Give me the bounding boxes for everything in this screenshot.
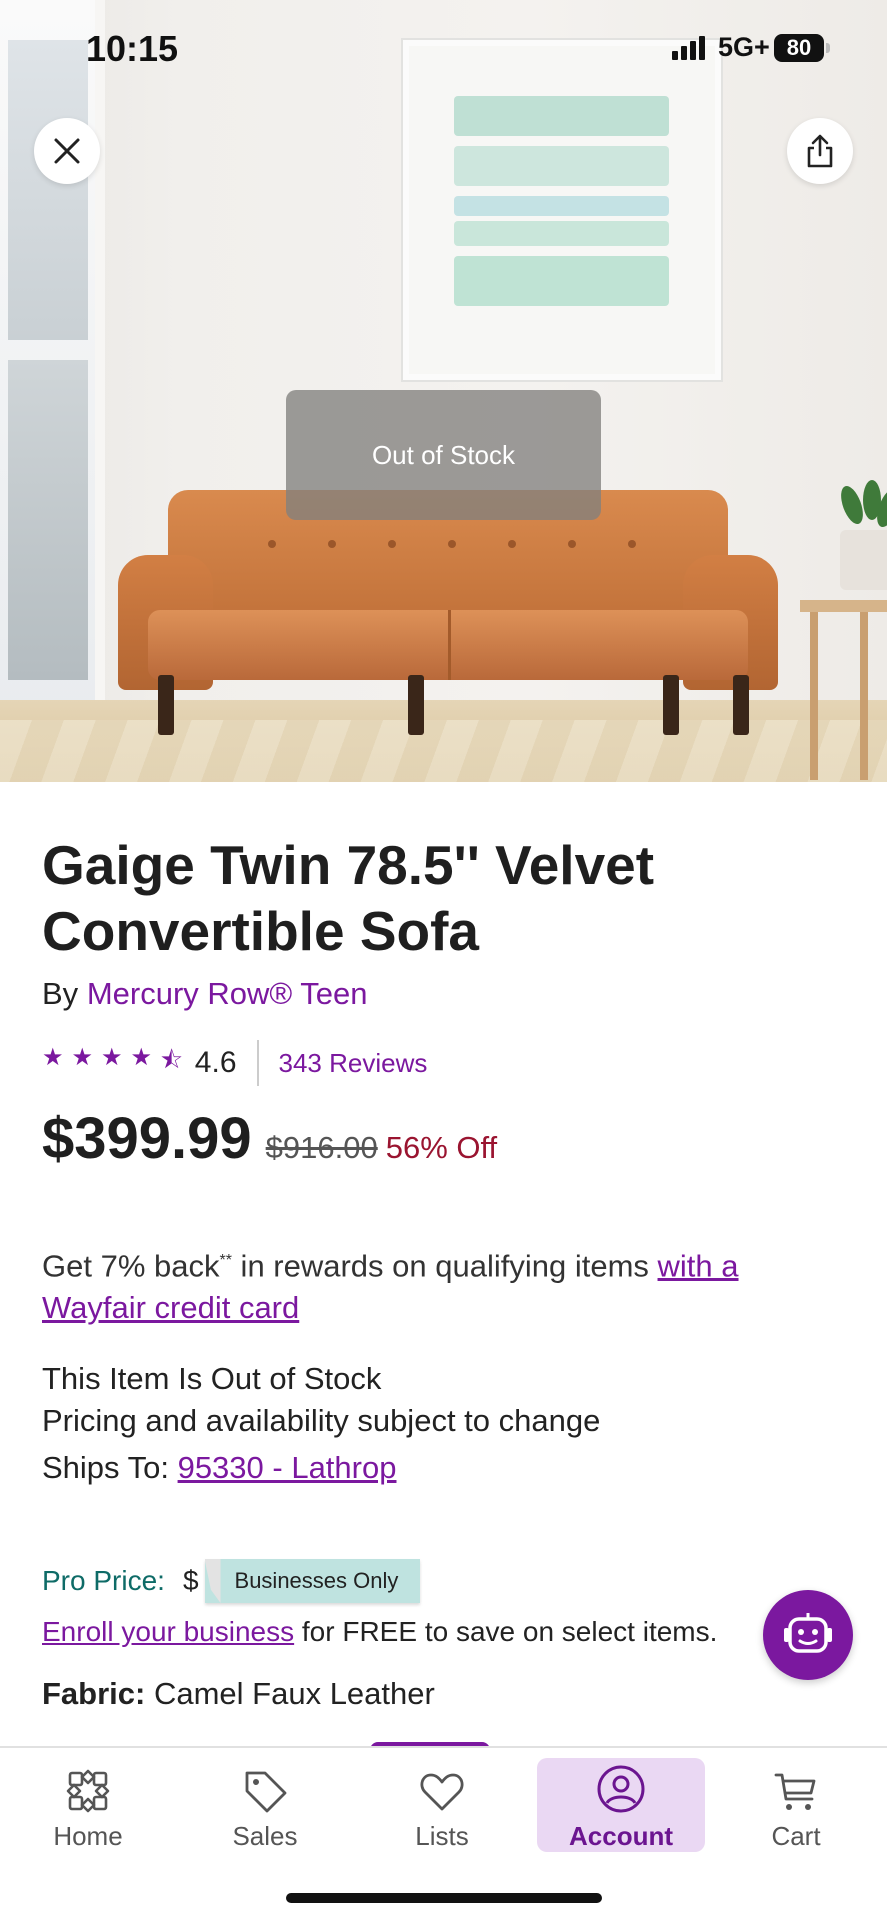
pricing-note: Pricing and availability subject to chan… [42, 1403, 601, 1438]
byline: By Mercury Row® Teen [42, 976, 368, 1012]
sofa [118, 490, 778, 740]
stock-line: This Item Is Out of Stock [42, 1361, 382, 1396]
fabric-label: Fabric: [42, 1676, 146, 1711]
original-price: $916.00 [265, 1130, 378, 1165]
close-icon [54, 138, 80, 164]
pro-price-row: Pro Price: $ Businesses Only [42, 1556, 421, 1606]
enroll-business-link[interactable]: Enroll your business [42, 1616, 294, 1647]
reviews-link[interactable]: 343 Reviews [279, 1048, 428, 1079]
heart-icon [420, 1773, 464, 1811]
rewards-lead: Get 7% back [42, 1248, 220, 1284]
ships-label: Ships To: [42, 1450, 178, 1485]
rating-value: 4.6 [194, 1046, 237, 1079]
nav-cart-label: Cart [771, 1821, 821, 1851]
home-indicator [286, 1893, 602, 1903]
chat-assistant-button[interactable] [763, 1590, 853, 1680]
stock-status: This Item Is Out of Stock Pricing and av… [42, 1358, 600, 1442]
discount-label: 56% Off [385, 1130, 498, 1165]
nav-home-label: Home [53, 1821, 123, 1851]
ships-to: Ships To: 95330 - Lathrop [42, 1450, 396, 1486]
window-decor [0, 0, 105, 710]
tag-icon [245, 1771, 287, 1813]
nav-lists[interactable]: Lists [358, 1758, 526, 1852]
status-bar: 10:15 5G+ 80 [0, 0, 887, 100]
share-icon [807, 134, 833, 168]
nav-account-label: Account [569, 1821, 673, 1851]
rating-row[interactable]: ★ ★ ★ ★ ⯪ 4.6 343 Reviews [42, 1040, 427, 1086]
brand-link[interactable]: Mercury Row® Teen [87, 976, 368, 1011]
nav-home[interactable]: Home [4, 1758, 172, 1852]
price-row: $399.99 $916.00 56% Off [42, 1105, 497, 1172]
fabric-spec: Fabric: Camel Faux Leather [42, 1676, 435, 1712]
home-icon [66, 1769, 110, 1813]
zip-code-link[interactable]: 95330 - Lathrop [178, 1450, 397, 1485]
star-icon: ★ [130, 1043, 153, 1071]
side-table [800, 600, 887, 780]
star-icon: ★ [101, 1043, 123, 1071]
network-type: 5G+ [718, 32, 770, 62]
out-of-stock-overlay: Out of Stock [286, 390, 601, 520]
pro-price-label: Pro Price: [42, 1565, 165, 1596]
battery-tip [826, 43, 830, 53]
enroll-note: for FREE to save on select items. [294, 1616, 718, 1647]
close-button[interactable] [34, 118, 100, 184]
signal-icon [672, 36, 705, 60]
nav-sales[interactable]: Sales [181, 1758, 349, 1852]
star-rating: ★ ★ ★ ★ ⯪ [42, 1043, 183, 1084]
rewards-footnote: ** [219, 1252, 232, 1269]
nav-cart[interactable]: Cart [712, 1758, 880, 1852]
share-button[interactable] [787, 118, 853, 184]
rewards-text: Get 7% back** in rewards on qualifying i… [42, 1240, 842, 1329]
businesses-only-tag: Businesses Only [204, 1559, 421, 1603]
account-icon [597, 1765, 645, 1813]
nav-sales-label: Sales [232, 1821, 298, 1851]
product-title: Gaige Twin 78.5'' Velvet Convertible Sof… [42, 834, 655, 962]
by-prefix: By [42, 976, 79, 1011]
nav-account[interactable]: Account [537, 1758, 705, 1852]
enroll-text: Enroll your business for FREE to save on… [42, 1616, 717, 1648]
current-price: $399.99 [42, 1106, 252, 1171]
half-star-icon: ⯪ [160, 1046, 183, 1074]
fabric-value: Camel Faux Leather [145, 1676, 435, 1711]
rewards-body: in rewards on qualifying items [231, 1248, 658, 1284]
status-time: 10:15 [86, 28, 179, 69]
robot-icon [784, 1613, 832, 1653]
cart-icon [774, 1773, 816, 1810]
divider [256, 1040, 259, 1086]
nav-lists-label: Lists [415, 1821, 469, 1851]
plant [835, 480, 887, 590]
battery-icon: 80 [774, 34, 824, 62]
pro-price-dollar: $ [182, 1565, 199, 1596]
star-icon: ★ [42, 1043, 64, 1071]
star-icon: ★ [71, 1043, 94, 1071]
